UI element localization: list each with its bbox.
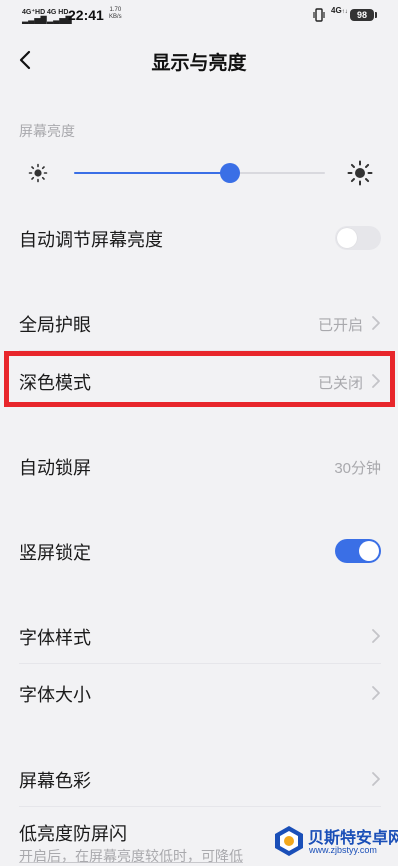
chevron-right-icon (372, 772, 380, 786)
portrait-lock-toggle[interactable] (335, 539, 381, 563)
signal-bars-icon: ▂▃▅▇ (22, 15, 47, 24)
sun-large-icon (347, 160, 373, 186)
network-right-label: 4G (331, 6, 342, 15)
row-value: 已关闭 (317, 375, 363, 392)
sun-small-icon (28, 163, 48, 183)
chevron-right-icon (372, 686, 380, 700)
watermark-url: www.zjbstyy.com (309, 845, 377, 855)
row-screen-color[interactable]: 屏幕色彩 (0, 754, 398, 804)
row-label: 屏幕色彩 (19, 771, 91, 791)
row-font-style[interactable]: 字体样式 (0, 611, 398, 661)
row-label: 深色模式 (19, 373, 91, 393)
page-title: 显示与亮度 (151, 53, 247, 74)
vibrate-icon (313, 8, 325, 22)
brightness-slider[interactable] (74, 161, 325, 185)
row-value: 已开启 (317, 317, 363, 334)
signal-1: 4G⁺HD ▂▃▅▇ (22, 9, 47, 24)
chevron-right-icon (372, 374, 380, 388)
chevron-right-icon (372, 629, 380, 643)
brightness-section-label: 屏幕亮度 (19, 123, 75, 139)
row-auto-lock[interactable]: 自动锁屏 30分钟 (0, 441, 398, 491)
divider (19, 663, 381, 664)
row-label: 字体大小 (19, 685, 91, 705)
watermark-logo (275, 826, 303, 856)
row-label: 低亮度防屏闪 (19, 824, 127, 844)
header: 显示与亮度 (0, 32, 398, 88)
speed-unit: KB/s (109, 14, 122, 20)
row-value: 30分钟 (334, 460, 381, 477)
row-label: 竖屏锁定 (19, 543, 91, 563)
divider (19, 350, 381, 351)
row-label: 自动调节屏幕亮度 (19, 230, 163, 250)
row-label: 自动锁屏 (19, 458, 91, 478)
toggle-knob (359, 541, 379, 561)
network-right: 4G↑↓ (331, 6, 348, 16)
row-font-size[interactable]: 字体大小 (0, 668, 398, 718)
slider-fill (74, 172, 230, 174)
network-speed: 1.70 KB/s (109, 7, 122, 21)
chevron-right-icon (372, 316, 380, 330)
status-bar: 4G⁺HD ▂▃▅▇ 4G HD ▂▃▅▇ 22:41 1.70 KB/s 4G… (0, 0, 398, 32)
row-eye-protection[interactable]: 全局护眼 已开启 (0, 298, 398, 348)
slider-thumb[interactable] (219, 163, 240, 183)
row-dark-mode[interactable]: 深色模式 已关闭 (0, 356, 398, 406)
speed-value: 1.70 (109, 7, 122, 13)
row-auto-brightness[interactable]: 自动调节屏幕亮度 (0, 213, 398, 263)
battery-icon: 98 (350, 9, 377, 21)
row-label: 字体样式 (19, 628, 91, 648)
auto-brightness-toggle[interactable] (335, 226, 381, 250)
row-portrait-lock[interactable]: 竖屏锁定 (0, 526, 398, 576)
toggle-knob (337, 228, 357, 248)
row-description: 开启后，在屏幕亮度较低时，可降低 (19, 848, 243, 864)
row-label: 全局护眼 (19, 315, 91, 335)
status-time: 22:41 (68, 7, 104, 23)
watermark: 贝斯特安卓网 www.zjbstyy.com (272, 820, 398, 862)
